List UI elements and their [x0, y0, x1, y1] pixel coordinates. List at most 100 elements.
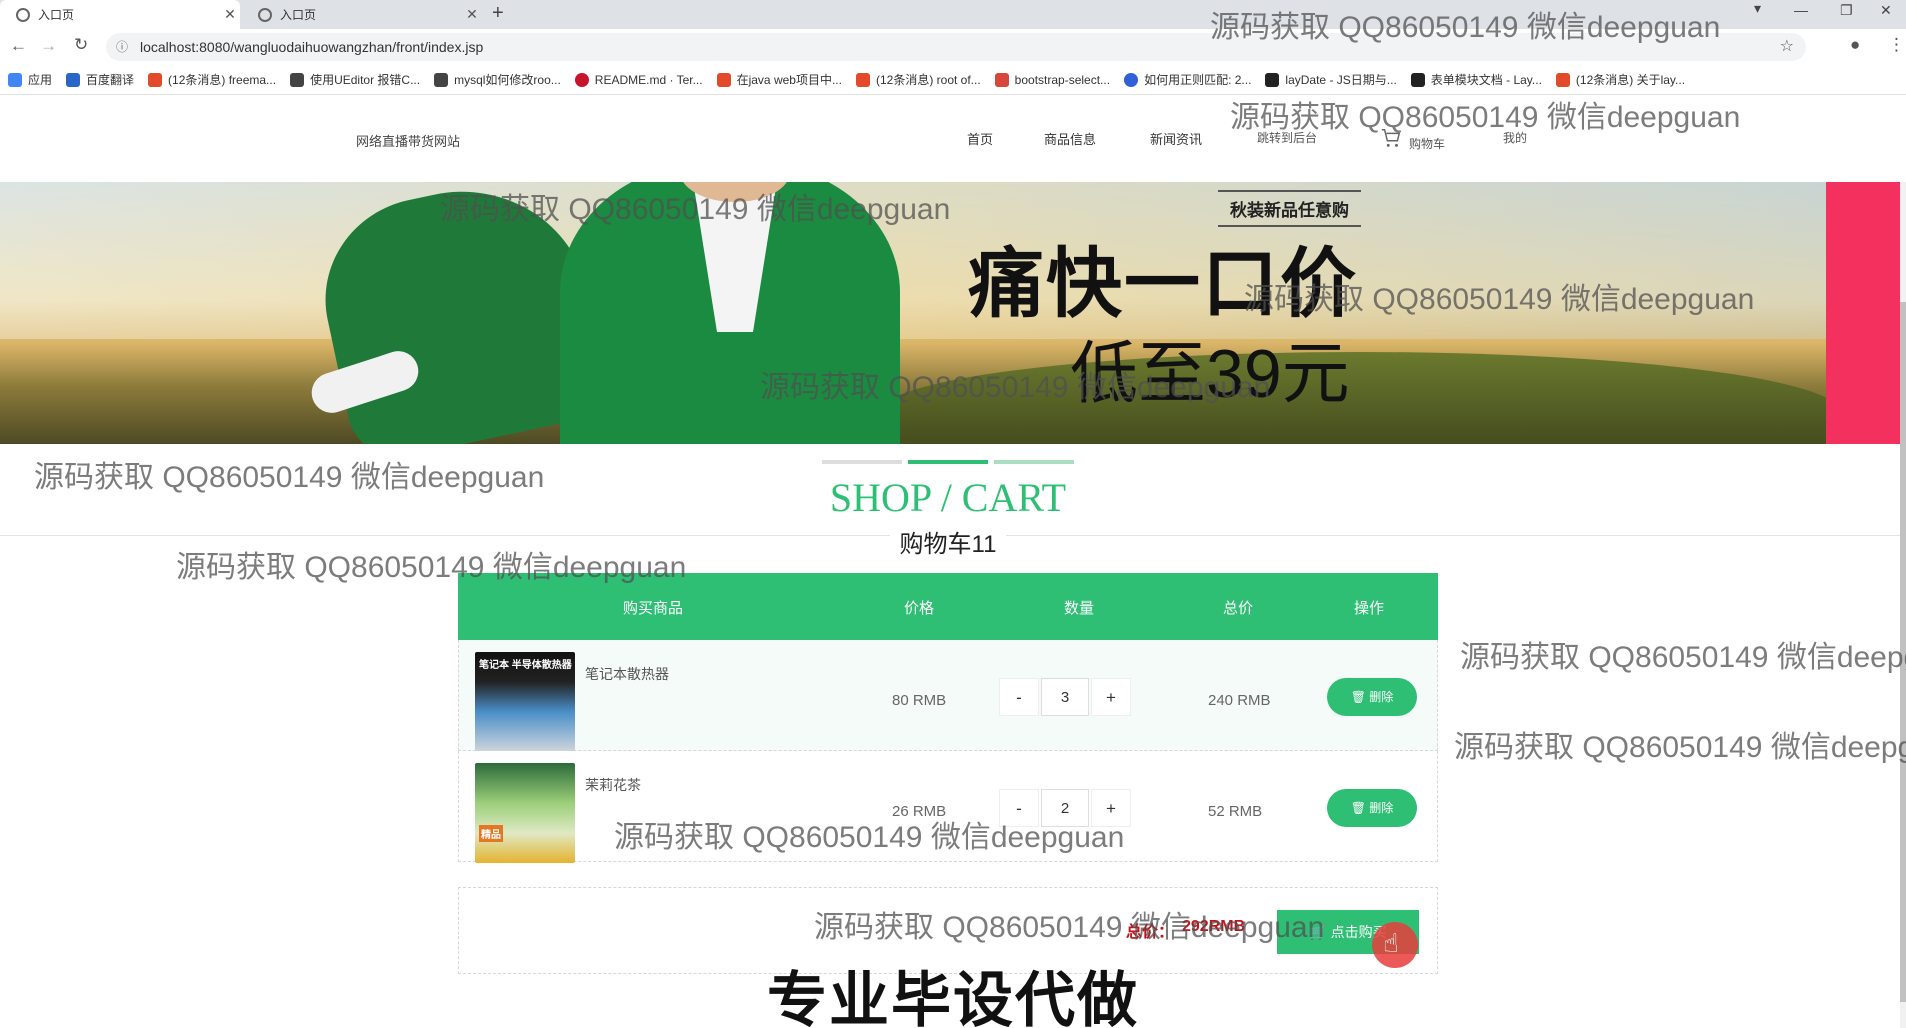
- line-total: 52 RMB: [1208, 803, 1263, 820]
- header-total: 总价: [1223, 600, 1254, 617]
- trash-icon: 🗑: [1350, 801, 1370, 815]
- footer-overlay-text: 专业毕设代做: [767, 967, 1139, 1028]
- increment-button[interactable]: +: [1091, 678, 1131, 716]
- quantity-input[interactable]: 3: [1041, 678, 1089, 716]
- decrement-button[interactable]: -: [999, 678, 1039, 716]
- bookmark-item[interactable]: 百度翻译: [66, 71, 134, 88]
- nav-products[interactable]: 商品信息: [1044, 129, 1096, 148]
- translate-icon: [66, 72, 81, 87]
- slider-dot-active[interactable]: [908, 460, 988, 464]
- close-icon[interactable]: ✕: [220, 6, 240, 23]
- site-icon: [434, 72, 449, 87]
- bookmarks-bar: 应用 百度翻译 (12条消息) freema... 使用UEditor 报错C.…: [0, 65, 1906, 95]
- watermark: 源码获取 QQ86050149 微信deepguan: [440, 193, 951, 226]
- header-action: 操作: [1354, 600, 1385, 617]
- profile-dropdown-icon[interactable]: ▾: [1754, 0, 1761, 17]
- watermark: 源码获取 QQ86050149 微信deepguan: [814, 911, 1325, 944]
- watermark: 源码获取 QQ86050149 微信deepguan: [176, 551, 687, 584]
- bookmark-item[interactable]: (12条消息) freema...: [148, 71, 276, 88]
- watermark: 源码获取 QQ86050149 微信deepguan: [1460, 641, 1906, 674]
- bookmark-label: (12条消息) freema...: [168, 73, 277, 87]
- gitee-icon: [574, 72, 589, 87]
- watermark: 源码获取 QQ86050149 微信deepguan: [1210, 11, 1721, 44]
- watermark: 源码获取 QQ86050149 微信deepguan: [614, 821, 1125, 854]
- thumbnail-caption: 笔记本 半导体散热器: [479, 660, 572, 671]
- bookmark-label: 在java web项目中...: [736, 73, 842, 87]
- thumbnail-caption: 精品: [479, 825, 503, 842]
- bookmark-label: mysql如何修改roo...: [454, 73, 561, 87]
- slider-dot[interactable]: [994, 460, 1074, 464]
- bookmark-item[interactable]: 如何用正则匹配: 2...: [1124, 71, 1251, 88]
- tab-title: 入口页: [280, 8, 317, 22]
- minimize-icon[interactable]: —: [1794, 2, 1808, 18]
- csdn-icon: [855, 72, 870, 87]
- browser-tab-2[interactable]: 入口页 ✕: [242, 0, 482, 29]
- watermark: 源码获取 QQ86050149 微信deepguan: [34, 461, 545, 494]
- bookmark-label: layDate - JS日期与...: [1285, 73, 1397, 87]
- product-name[interactable]: 茉莉花茶: [585, 775, 641, 795]
- globe-icon: [16, 7, 30, 22]
- nav-news[interactable]: 新闻资讯: [1150, 129, 1202, 148]
- bookmark-label: 如何用正则匹配: 2...: [1144, 73, 1252, 87]
- bookmark-item[interactable]: 在java web项目中...: [716, 71, 842, 88]
- layui-icon: [1265, 72, 1280, 87]
- tab-title: 入口页: [38, 8, 75, 22]
- bookmark-label: 百度翻译: [86, 73, 135, 87]
- delete-button[interactable]: 🗑 删除: [1327, 789, 1417, 827]
- bookmark-label: 应用: [28, 73, 53, 87]
- product-thumbnail[interactable]: 精品: [475, 763, 575, 863]
- header-quantity: 数量: [1064, 600, 1095, 617]
- bookmark-star-icon[interactable]: ☆: [1780, 33, 1794, 61]
- bookmark-item[interactable]: 应用: [8, 71, 52, 88]
- delete-label: 删除: [1369, 801, 1394, 815]
- bookmark-label: 使用UEditor 报错C...: [310, 73, 421, 87]
- header-price: 价格: [904, 600, 935, 617]
- banner-side-strip: [1826, 182, 1906, 444]
- info-icon[interactable]: ⓘ: [116, 33, 128, 61]
- baidu-icon: [1124, 72, 1139, 87]
- site-icon: [994, 72, 1009, 87]
- bookmark-item[interactable]: README.md · Ter...: [574, 72, 703, 87]
- site-icon: [290, 72, 305, 87]
- nav-cart[interactable]: 购物车: [1409, 135, 1445, 152]
- trash-icon: 🗑: [1350, 690, 1370, 704]
- layui-icon: [1410, 72, 1425, 87]
- bookmark-item[interactable]: (12条消息) root of...: [855, 71, 981, 88]
- restore-icon[interactable]: ❐: [1840, 2, 1853, 19]
- product-price: 80 RMB: [892, 692, 947, 709]
- watermark: 源码获取 QQ86050149 微信deepguan: [760, 371, 1271, 404]
- bookmark-label: (12条消息) root of...: [875, 73, 981, 87]
- bookmark-item[interactable]: (12条消息) 关于lay...: [1555, 71, 1685, 88]
- back-icon[interactable]: ←: [10, 36, 27, 56]
- product-thumbnail[interactable]: 笔记本 半导体散热器: [475, 652, 575, 752]
- bookmark-item[interactable]: mysql如何修改roo...: [434, 71, 561, 88]
- bookmark-item[interactable]: 使用UEditor 报错C...: [290, 71, 420, 88]
- quantity-stepper: - 3 +: [999, 678, 1131, 716]
- csdn-icon: [1555, 72, 1570, 87]
- table-row: 笔记本 半导体散热器 笔记本散热器 80 RMB - 3 + 240 RMB 🗑…: [458, 640, 1438, 752]
- site-title[interactable]: 网络直播带货网站: [356, 131, 460, 150]
- watermark: 源码获取 QQ86050149 微信deepguan: [1454, 731, 1906, 764]
- cart-subtitle: 购物车11: [889, 531, 1007, 558]
- delete-label: 删除: [1369, 690, 1394, 704]
- new-tab-icon[interactable]: +: [492, 2, 504, 25]
- bookmark-item[interactable]: bootstrap-select...: [994, 72, 1110, 87]
- watermark: 源码获取 QQ86050149 微信deepguan: [1244, 283, 1755, 316]
- reload-icon[interactable]: ↻: [74, 35, 88, 55]
- forward-icon[interactable]: →: [40, 36, 57, 56]
- account-icon[interactable]: ●: [1850, 35, 1860, 55]
- header-product: 购买商品: [623, 600, 684, 617]
- browser-tab-1[interactable]: 入口页 ✕: [0, 0, 240, 29]
- product-name[interactable]: 笔记本散热器: [585, 664, 669, 684]
- window-close-icon[interactable]: ✕: [1880, 2, 1892, 19]
- bookmark-item[interactable]: 表单模块文档 - Lay...: [1410, 71, 1542, 88]
- bookmark-item[interactable]: layDate - JS日期与...: [1265, 71, 1397, 88]
- menu-kebab-icon[interactable]: ⋮: [1888, 35, 1905, 55]
- nav-home[interactable]: 首页: [967, 129, 993, 148]
- page-scrollbar[interactable]: [1900, 182, 1906, 1028]
- csdn-icon: [148, 72, 163, 87]
- close-icon[interactable]: ✕: [462, 6, 482, 23]
- delete-button[interactable]: 🗑 删除: [1327, 678, 1417, 716]
- watermark: 源码获取 QQ86050149 微信deepguan: [1230, 101, 1741, 134]
- slider-dot[interactable]: [822, 460, 902, 464]
